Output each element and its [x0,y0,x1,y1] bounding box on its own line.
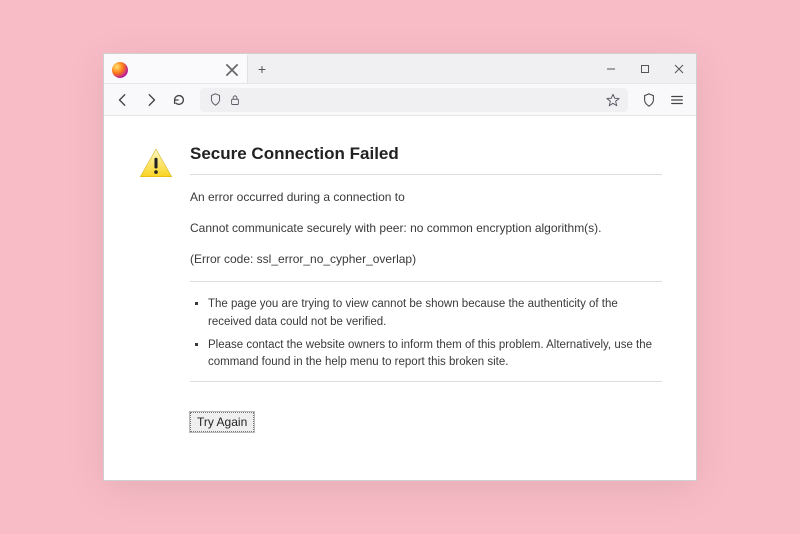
lock-icon [228,93,242,107]
error-block: Secure Connection Failed An error occurr… [138,144,662,432]
browser-window: + [103,53,697,481]
error-line-2: Cannot communicate securely with peer: n… [190,220,662,237]
list-item: Please contact the website owners to inf… [208,337,662,372]
titlebar: + [104,54,696,84]
try-again-button[interactable]: Try Again [190,412,254,432]
error-body: Secure Connection Failed An error occurr… [190,144,662,432]
url-bar[interactable] [200,88,628,112]
plus-icon: + [258,61,266,77]
close-tab-icon[interactable] [225,63,239,77]
pocket-shield-button[interactable] [636,87,662,113]
divider [190,174,662,175]
menu-button[interactable] [664,87,690,113]
bookmark-star-icon[interactable] [606,93,620,107]
error-line-1: An error occurred during a connection to [190,189,662,206]
minimize-button[interactable] [594,54,628,84]
list-item: The page you are trying to view cannot b… [208,296,662,331]
firefox-favicon-icon [112,62,128,78]
error-bullets: The page you are trying to view cannot b… [208,296,662,371]
error-code-line: (Error code: ssl_error_no_cypher_overlap… [190,251,662,268]
tab-active[interactable] [104,54,248,83]
error-title: Secure Connection Failed [190,144,662,164]
reload-button[interactable] [166,87,192,113]
warning-triangle-icon [138,146,174,182]
close-window-button[interactable] [662,54,696,84]
forward-button[interactable] [138,87,164,113]
window-controls [594,54,696,83]
url-input[interactable] [248,93,600,107]
back-button[interactable] [110,87,136,113]
new-tab-button[interactable]: + [248,54,276,83]
divider [190,281,662,282]
divider [190,381,662,382]
page-content: Secure Connection Failed An error occurr… [104,116,696,480]
nav-toolbar [104,84,696,116]
titlebar-spacer [276,54,594,83]
shield-icon [208,93,222,107]
maximize-button[interactable] [628,54,662,84]
